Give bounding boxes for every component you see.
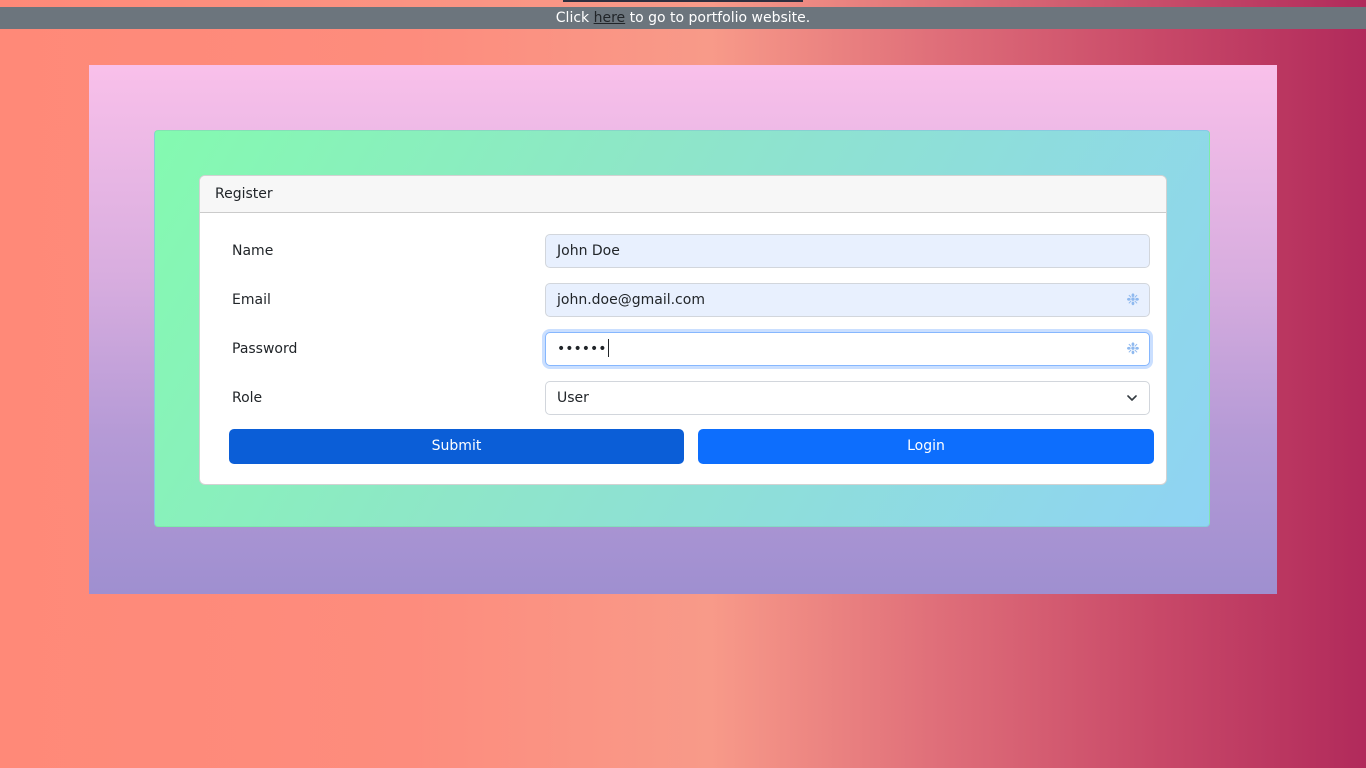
submit-button[interactable]: Submit (229, 429, 684, 464)
email-value: john.doe@gmail.com (557, 292, 705, 308)
role-value: User (557, 390, 589, 406)
autofill-key-icon[interactable]: ❉ (1124, 291, 1142, 309)
autofill-key-icon[interactable]: ❉ (1124, 340, 1142, 358)
login-button[interactable]: Login (698, 429, 1154, 464)
role-row: Role User (200, 381, 1166, 415)
text-caret (607, 338, 609, 357)
role-label: Role (232, 390, 263, 406)
password-row: Password •••••• ❉ (200, 332, 1166, 366)
email-label: Email (232, 292, 271, 308)
card-header: Register (200, 176, 1166, 213)
portfolio-banner: Click here to go to portfolio website. (0, 7, 1366, 29)
role-select[interactable]: User (545, 381, 1150, 415)
top-strip (0, 0, 1366, 7)
password-label: Password (232, 341, 298, 357)
name-label: Name (232, 243, 274, 259)
email-row: Email john.doe@gmail.com ❉ (200, 283, 1166, 317)
register-card: Register Name John Doe Email john.doe@gm… (199, 175, 1167, 485)
portfolio-link[interactable]: here (594, 10, 626, 26)
password-input[interactable]: •••••• ❉ (545, 332, 1150, 366)
name-row: Name John Doe (200, 234, 1166, 268)
banner-prefix: Click (555, 10, 590, 26)
password-value: •••••• (557, 341, 607, 357)
name-input[interactable]: John Doe (545, 234, 1150, 268)
banner-suffix: to go to portfolio website. (629, 10, 811, 26)
outer-gradient-panel: Register Name John Doe Email john.doe@gm… (89, 65, 1277, 594)
email-input[interactable]: john.doe@gmail.com ❉ (545, 283, 1150, 317)
top-strip-dark-segment (563, 0, 803, 2)
chevron-down-icon (1127, 395, 1137, 401)
inner-gradient-panel: Register Name John Doe Email john.doe@gm… (154, 130, 1210, 527)
name-value: John Doe (557, 243, 620, 259)
